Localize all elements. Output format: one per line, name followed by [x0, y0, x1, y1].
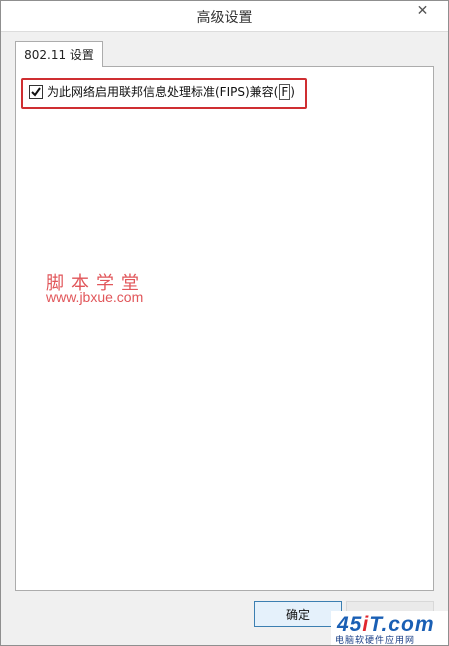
- ok-button[interactable]: 确定: [254, 601, 342, 627]
- fips-label-text: 为此网络启用联邦信息处理标准(FIPS)兼容(: [47, 85, 279, 99]
- tab-802-11-settings[interactable]: 802.11 设置: [15, 41, 103, 67]
- fips-label-suffix: ): [290, 85, 295, 99]
- watermark-url: www.jbxue.com: [46, 289, 144, 305]
- site-logo: 45iT.com 电脑软硬件应用网: [331, 611, 448, 646]
- fips-accelerator-key: F: [279, 84, 291, 100]
- title-bar: 高级设置 ✕: [1, 1, 448, 32]
- close-icon[interactable]: ✕: [406, 1, 439, 21]
- logo-subtitle: 电脑软硬件应用网: [335, 636, 416, 646]
- checkmark-icon: [31, 87, 41, 97]
- window-title: 高级设置: [196, 10, 253, 26]
- advanced-settings-dialog: 高级设置 ✕ 802.11 设置 为此网络启用联邦信息处理标准(FIPS)兼容(…: [0, 0, 449, 646]
- tab-panel: 为此网络启用联邦信息处理标准(FIPS)兼容(F): [15, 66, 434, 591]
- fips-checkbox[interactable]: [29, 85, 43, 99]
- fips-checkbox-label[interactable]: 为此网络启用联邦信息处理标准(FIPS)兼容(F): [47, 83, 295, 100]
